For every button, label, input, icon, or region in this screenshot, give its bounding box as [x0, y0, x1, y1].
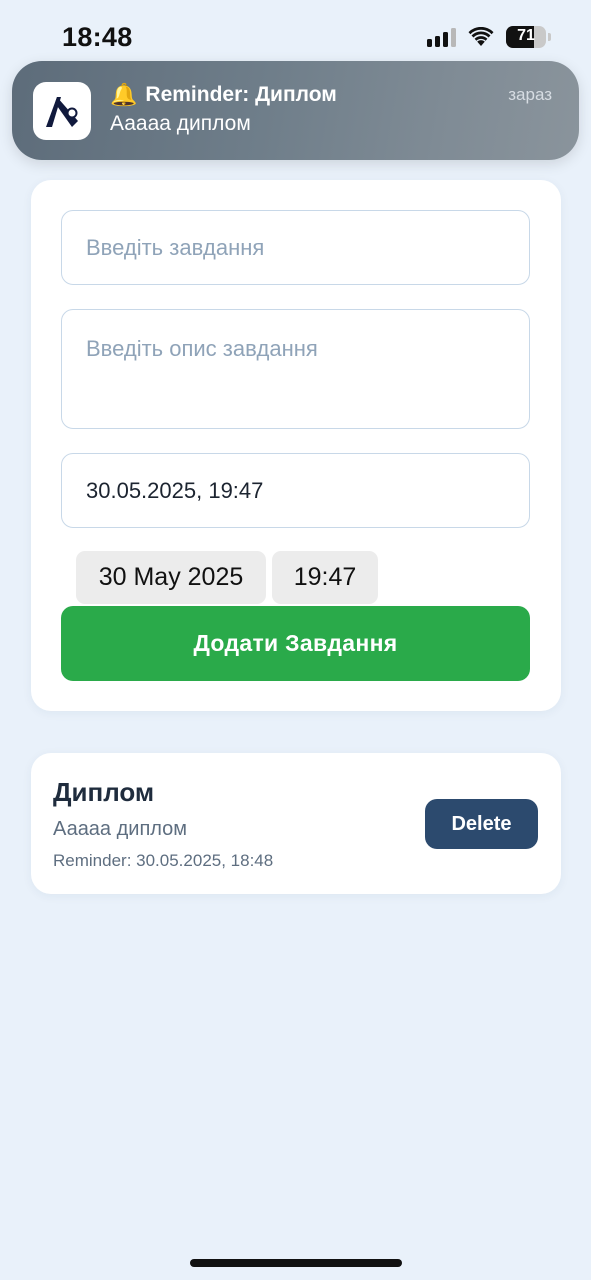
task-title-input[interactable] — [61, 210, 530, 285]
wifi-icon — [468, 27, 494, 46]
reminder-notification[interactable]: 🔔 Reminder: Диплом Ааааа диплом зараз — [12, 61, 579, 160]
notification-title: 🔔 Reminder: Диплом — [110, 82, 337, 108]
cellular-signal-icon — [427, 27, 456, 47]
task-form-card: 30.05.2025, 19:47 30 May 2025 19:47 Дода… — [31, 180, 561, 711]
battery-tip — [548, 33, 551, 41]
task-description-input[interactable] — [61, 309, 530, 429]
task-reminder: Reminder: 30.05.2025, 18:48 — [53, 851, 274, 870]
home-indicator[interactable] — [190, 1259, 402, 1267]
app-logo-icon — [33, 82, 91, 140]
delete-task-button[interactable]: Delete — [425, 799, 538, 849]
notification-time: зараз — [508, 85, 552, 104]
task-title: Диплом — [53, 777, 155, 807]
battery-icon: 71 — [506, 26, 546, 48]
status-icons: 71 — [427, 26, 551, 48]
task-card: Диплом Ааааа диплом Reminder: 30.05.2025… — [31, 753, 561, 894]
date-picker[interactable]: 30 May 2025 — [76, 551, 266, 604]
bell-icon: 🔔 — [110, 82, 138, 107]
datetime-value: 30.05.2025, 19:47 — [86, 477, 264, 503]
notification-title-text: Reminder: Диплом — [145, 83, 337, 106]
battery-percentage: 71 — [517, 27, 535, 44]
status-bar: 18:48 71 — [0, 0, 591, 70]
status-time: 18:48 — [62, 22, 133, 52]
add-task-button[interactable]: Додати Завдання — [61, 606, 530, 681]
task-description: Ааааа диплом — [53, 818, 188, 840]
time-picker[interactable]: 19:47 — [272, 551, 378, 604]
notification-body: Ааааа диплом — [110, 112, 251, 135]
datetime-input[interactable]: 30.05.2025, 19:47 — [61, 453, 530, 528]
